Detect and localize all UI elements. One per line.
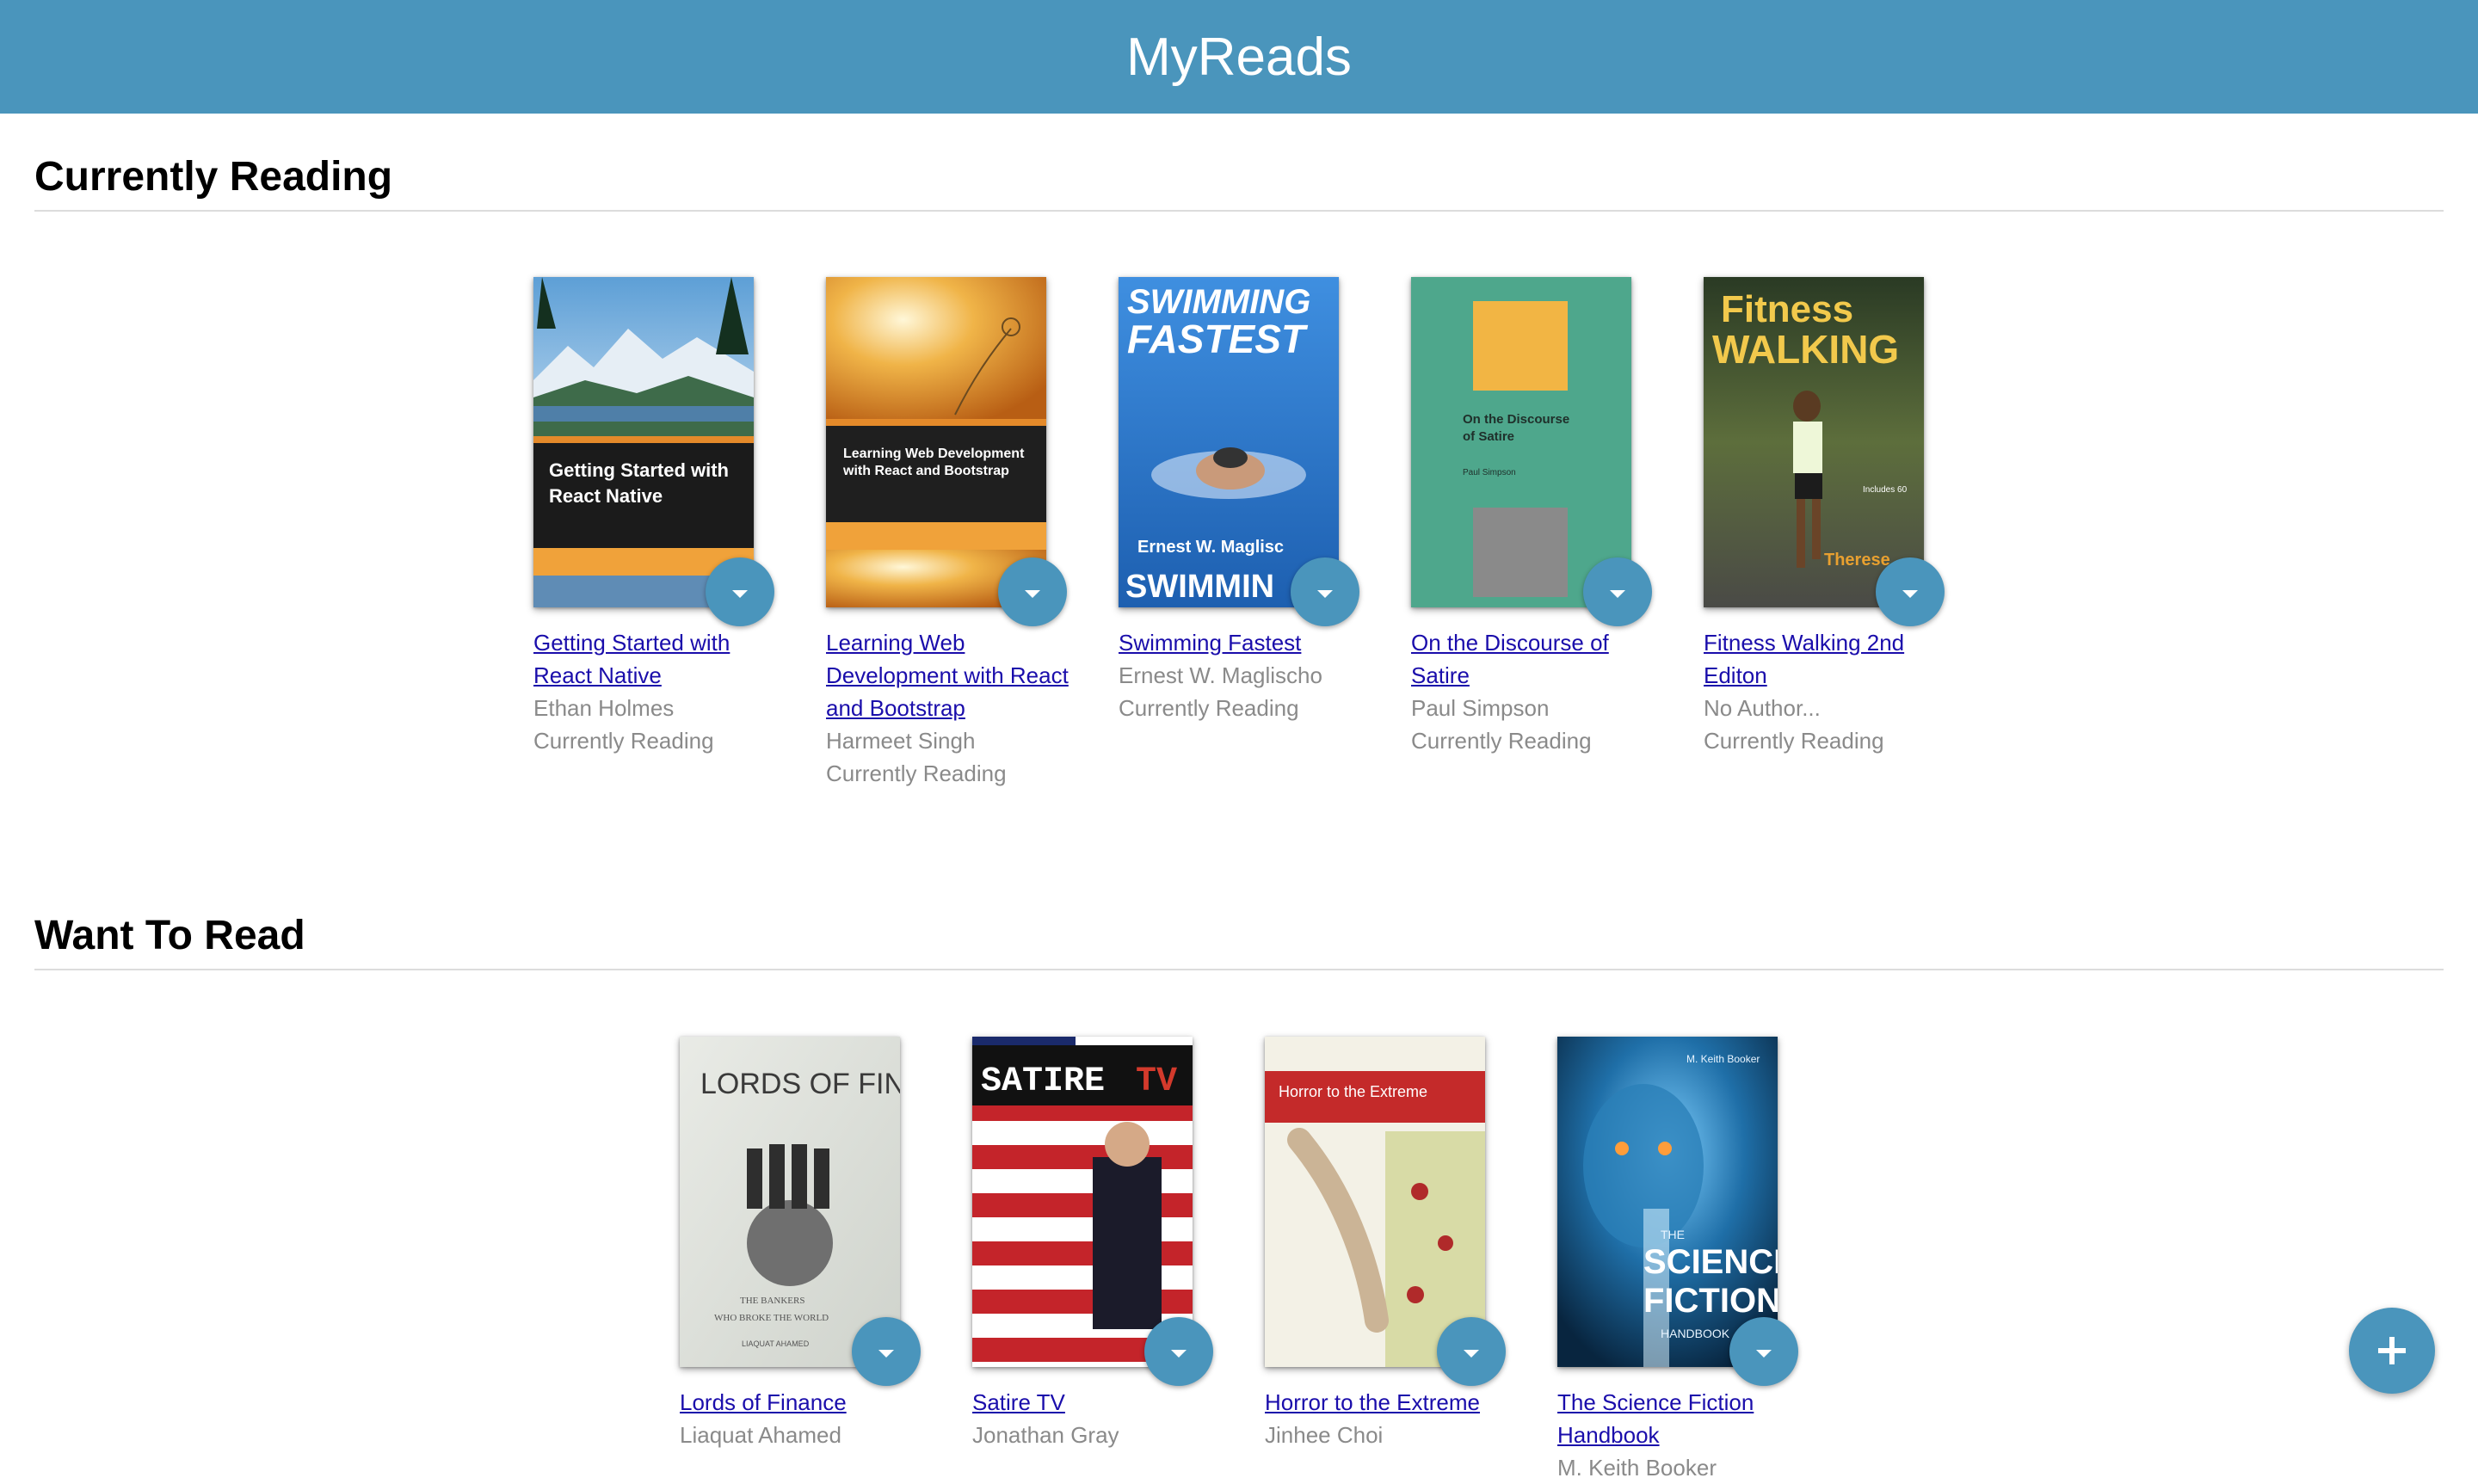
svg-text:THE: THE xyxy=(1661,1228,1685,1241)
svg-text:Horror to the Extreme: Horror to the Extreme xyxy=(1279,1083,1427,1100)
book-cover[interactable]: LORDS OF FINANCE THE BANKERS WHO BROKE T… xyxy=(680,1037,900,1367)
svg-text:SWIMMIN: SWIMMIN xyxy=(1125,569,1274,605)
book-cover[interactable]: M. Keith Booker THE SCIENCE FICTION HAND… xyxy=(1557,1037,1778,1367)
svg-text:Ernest W. Maglisc: Ernest W. Maglisc xyxy=(1137,538,1284,557)
shelf-divider xyxy=(34,969,2444,970)
shelf-divider xyxy=(34,210,2444,212)
shelf-title-currently-reading: Currently Reading xyxy=(34,154,393,200)
book-cover[interactable]: Horror to the Extreme xyxy=(1265,1037,1485,1367)
book-item: Learning Web Development with React and … xyxy=(826,277,1084,790)
book-cover[interactable]: Fitness WALKING Includes 60 Therese xyxy=(1704,277,1924,607)
shelf-changer-button[interactable] xyxy=(1729,1317,1798,1386)
triangle-down-icon xyxy=(1902,589,1918,598)
svg-text:Getting Started with: Getting Started with xyxy=(549,459,729,481)
book-item: Horror to the Extreme Horror to the Extr… xyxy=(1265,1037,1523,1451)
triangle-down-icon xyxy=(732,589,748,598)
book-author: Ernest W. Maglischo xyxy=(1119,662,1322,688)
svg-text:Learning Web Development: Learning Web Development xyxy=(843,446,1025,461)
svg-text:LORDS OF FINANCE: LORDS OF FINANCE xyxy=(700,1068,900,1100)
triangle-down-icon xyxy=(1317,589,1333,598)
book-title-link[interactable]: Satire TV xyxy=(972,1386,1230,1419)
book-item: Fitness WALKING Includes 60 Therese Fitn… xyxy=(1704,277,1962,757)
svg-text:Includes 60: Includes 60 xyxy=(1863,485,1908,495)
app-title: MyReads xyxy=(1126,27,1352,87)
svg-text:with React and Bootstrap: with React and Bootstrap xyxy=(842,464,1009,478)
book-title-link[interactable]: Swimming Fastest xyxy=(1119,626,1377,659)
book-author: Ethan Holmes xyxy=(533,695,675,721)
svg-text:LIAQUAT AHAMED: LIAQUAT AHAMED xyxy=(742,1339,810,1348)
svg-text:Therese: Therese xyxy=(1824,551,1890,570)
plus-icon xyxy=(2378,1337,2406,1364)
book-item: M. Keith Booker THE SCIENCE FICTION HAND… xyxy=(1557,1037,1815,1484)
shelf-changer-button[interactable] xyxy=(852,1317,921,1386)
book-author: Jonathan Gray xyxy=(972,1422,1119,1448)
svg-text:WALKING: WALKING xyxy=(1712,327,1899,372)
book-shelf-status: Currently Reading xyxy=(533,728,714,754)
shelf-changer-button[interactable] xyxy=(1437,1317,1506,1386)
book-author: Jinhee Choi xyxy=(1265,1422,1384,1448)
shelf-changer-button[interactable] xyxy=(998,557,1067,626)
book-title-link[interactable]: Fitness Walking 2nd Editon xyxy=(1704,626,1962,692)
svg-text:SCIENCE: SCIENCE xyxy=(1643,1243,1778,1281)
svg-text:On the Discourse: On the Discourse xyxy=(1463,412,1569,427)
app-header: MyReads xyxy=(0,0,2478,114)
shelf-changer-button[interactable] xyxy=(1876,557,1945,626)
shelf-changer-button[interactable] xyxy=(1144,1317,1213,1386)
book-cover[interactable]: SATIRE TV xyxy=(972,1037,1193,1367)
book-author: M. Keith Booker xyxy=(1557,1455,1717,1481)
book-author: No Author... xyxy=(1704,695,1821,721)
book-shelf-status: Currently Reading xyxy=(1119,695,1299,721)
svg-text:FICTION: FICTION xyxy=(1643,1282,1778,1320)
svg-text:React Native: React Native xyxy=(549,485,663,507)
book-title-link[interactable]: On the Discourse of Satire xyxy=(1411,626,1669,692)
book-item: SWIMMING FASTEST Ernest W. Maglisc SWIMM… xyxy=(1119,277,1377,724)
svg-text:Fitness: Fitness xyxy=(1721,288,1853,330)
svg-text:SATIRE: SATIRE xyxy=(981,1062,1105,1101)
triangle-down-icon xyxy=(1464,1349,1479,1358)
triangle-down-icon xyxy=(1756,1349,1772,1358)
triangle-down-icon xyxy=(1171,1349,1187,1358)
book-cover[interactable]: SWIMMING FASTEST Ernest W. Maglisc SWIMM… xyxy=(1119,277,1339,607)
book-title-link[interactable]: Getting Started with React Native xyxy=(533,626,792,692)
book-cover[interactable]: Learning Web Development with React and … xyxy=(826,277,1046,607)
add-book-button[interactable] xyxy=(2349,1308,2435,1394)
svg-text:TV: TV xyxy=(1136,1062,1177,1101)
book-title-link[interactable]: Horror to the Extreme xyxy=(1265,1386,1523,1419)
svg-text:HANDBOOK: HANDBOOK xyxy=(1661,1327,1730,1340)
book-title-link[interactable]: Lords of Finance xyxy=(680,1386,938,1419)
book-item: SATIRE TV Satire TV Jonathan Gray xyxy=(972,1037,1230,1451)
book-item: LORDS OF FINANCE THE BANKERS WHO BROKE T… xyxy=(680,1037,938,1451)
book-shelf-status: Currently Reading xyxy=(826,760,1007,786)
svg-text:of Satire: of Satire xyxy=(1463,429,1514,444)
shelf-title-want-to-read: Want To Read xyxy=(34,913,305,958)
svg-text:Paul Simpson: Paul Simpson xyxy=(1463,468,1516,477)
book-title-link[interactable]: Learning Web Development with React and … xyxy=(826,626,1084,724)
svg-text:WHO BROKE THE WORLD: WHO BROKE THE WORLD xyxy=(714,1313,829,1323)
book-author: Paul Simpson xyxy=(1411,695,1550,721)
triangle-down-icon xyxy=(1610,589,1625,598)
svg-text:FASTEST: FASTEST xyxy=(1127,317,1309,361)
book-item: On the Discourse of Satire Paul Simpson … xyxy=(1411,277,1669,757)
shelf-changer-button[interactable] xyxy=(706,557,774,626)
book-title-link[interactable]: The Science Fiction Handbook xyxy=(1557,1386,1815,1451)
svg-text:SWIMMING: SWIMMING xyxy=(1127,283,1310,321)
triangle-down-icon xyxy=(878,1349,894,1358)
book-cover[interactable]: Getting Started with React Native xyxy=(533,277,754,607)
shelf-changer-button[interactable] xyxy=(1583,557,1652,626)
book-item: Getting Started with React Native Gettin… xyxy=(533,277,792,757)
book-author: Harmeet Singh xyxy=(826,728,976,754)
svg-text:M. Keith Booker: M. Keith Booker xyxy=(1686,1053,1760,1065)
shelf-changer-button[interactable] xyxy=(1291,557,1359,626)
book-shelf-status: Currently Reading xyxy=(1704,728,1884,754)
svg-text:THE BANKERS: THE BANKERS xyxy=(740,1296,804,1306)
book-author: Liaquat Ahamed xyxy=(680,1422,841,1448)
triangle-down-icon xyxy=(1025,589,1040,598)
book-shelf-status: Currently Reading xyxy=(1411,728,1592,754)
book-cover[interactable]: On the Discourse of Satire Paul Simpson xyxy=(1411,277,1631,607)
